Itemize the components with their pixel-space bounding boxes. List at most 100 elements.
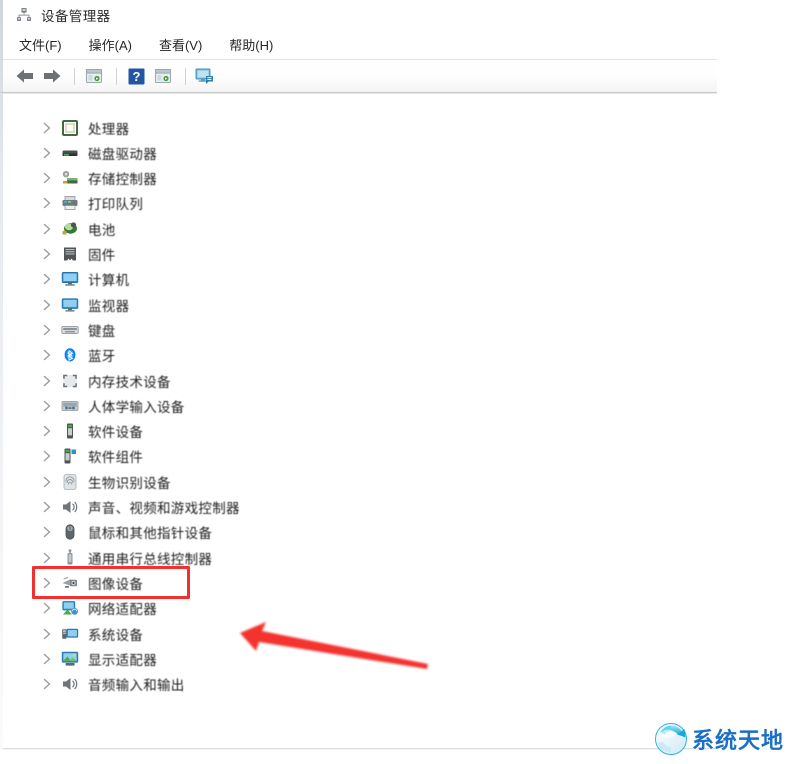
tree-item-3[interactable]: 存储控制器 [3, 166, 703, 191]
tree-item-15[interactable]: 生物识别设备 [3, 469, 703, 494]
chevron-right-icon[interactable] [39, 448, 55, 464]
help-icon[interactable]: ? [124, 65, 148, 87]
chevron-right-icon[interactable] [39, 120, 55, 136]
tree-item-8[interactable]: 监视器 [3, 292, 703, 317]
tree-item-label: 监视器 [88, 298, 130, 314]
tree-item-11[interactable]: 内存技术设备 [3, 368, 703, 393]
battery-icon [61, 220, 79, 238]
tree-item-22[interactable]: 显示适配器 [3, 646, 703, 671]
tree-item-label: 人体学输入设备 [88, 399, 185, 415]
tree-item-1[interactable]: 处理器 [3, 115, 703, 140]
chevron-right-icon[interactable] [39, 550, 55, 566]
tree-item-label: 键盘 [88, 323, 116, 339]
back-arrow-icon[interactable] [13, 65, 37, 87]
tree-item-label: 处理器 [88, 121, 130, 137]
tree-item-7[interactable]: 计算机 [3, 267, 703, 292]
tree-item-6[interactable]: 固件 [3, 242, 703, 267]
tree-item-19[interactable]: 图像设备 [3, 570, 703, 595]
device-manager-icon [16, 7, 32, 23]
tree-item-17[interactable]: 鼠标和其他指针设备 [3, 520, 703, 545]
tree-item-label: 网络适配器 [88, 602, 157, 618]
storage-controller-icon [61, 169, 79, 187]
network-adapter-icon [61, 599, 79, 617]
tree-item-label: 软件设备 [88, 425, 144, 441]
tree-item-label: 内存技术设备 [88, 374, 171, 390]
tree-item-4[interactable]: 打印队列 [3, 191, 703, 216]
software-component-icon [61, 447, 79, 465]
menu-action[interactable]: 操作(A) [89, 35, 132, 54]
computer-icon [61, 270, 79, 288]
chevron-right-icon[interactable] [39, 398, 55, 414]
system-device-icon [61, 625, 79, 643]
menu-bar: 文件(F) 操作(A) 查看(V) 帮助(H) [3, 30, 718, 59]
tree-item-label: 固件 [88, 248, 116, 263]
menu-help[interactable]: 帮助(H) [229, 35, 273, 54]
display-adapter-icon [61, 650, 79, 668]
software-device-icon [61, 422, 79, 440]
tree-item-13[interactable]: 软件设备 [3, 419, 703, 444]
mouse-icon [61, 523, 79, 541]
tree-item-20[interactable]: 网络适配器 [3, 596, 703, 621]
chevron-right-icon[interactable] [39, 676, 55, 692]
tree-item-label: 计算机 [88, 273, 130, 289]
firmware-icon [61, 245, 79, 263]
chevron-right-icon[interactable] [39, 474, 55, 490]
menu-view[interactable]: 查看(V) [159, 35, 202, 54]
tree-item-label: 鼠标和其他指针设备 [88, 526, 213, 542]
chevron-right-icon[interactable] [39, 221, 55, 237]
watermark-text: 系统天地 [691, 728, 784, 753]
toolbar: ? [3, 60, 717, 92]
tree-item-21[interactable]: 系统设备 [3, 621, 703, 646]
tree-item-14[interactable]: 软件组件 [3, 444, 703, 469]
device-tree[interactable]: 处理器 磁盘驱动器 存储控制器 打印队列 电池 固件 计算机 监视器 键盘 蓝牙… [3, 94, 717, 748]
chevron-right-icon[interactable] [39, 373, 55, 389]
biometric-icon [61, 473, 79, 491]
tree-item-label: 存储控制器 [88, 172, 157, 188]
chevron-right-icon[interactable] [39, 322, 55, 338]
chevron-right-icon[interactable] [39, 575, 55, 591]
refresh-circle-logo [654, 722, 688, 756]
tree-item-23[interactable]: 音频输入和输出 [3, 672, 703, 697]
svg-text:?: ? [132, 69, 140, 84]
tree-item-label: 通用串行总线控制器 [88, 551, 213, 567]
chevron-right-icon[interactable] [39, 246, 55, 262]
scan-hardware-changes-icon[interactable] [193, 65, 217, 87]
tree-item-label: 图像设备 [88, 576, 144, 592]
tree-item-label: 生物识别设备 [88, 475, 171, 491]
toolbar-separator-2 [116, 67, 117, 85]
chevron-right-icon[interactable] [39, 271, 55, 287]
toolbar-separator-3 [185, 67, 186, 85]
chevron-right-icon[interactable] [39, 195, 55, 211]
show-hidden-devices-icon[interactable] [151, 65, 175, 87]
tree-item-16[interactable]: 声音、视频和游戏控制器 [3, 495, 703, 520]
title-bar: 设备管理器 [3, 0, 718, 30]
properties-icon[interactable] [82, 65, 106, 87]
menu-file[interactable]: 文件(F) [19, 35, 62, 54]
tree-item-5[interactable]: 电池 [3, 216, 703, 241]
chevron-right-icon[interactable] [39, 626, 55, 642]
imaging-device-icon [61, 574, 79, 592]
chevron-right-icon[interactable] [39, 651, 55, 667]
tree-item-12[interactable]: 人体学输入设备 [3, 393, 703, 418]
chevron-right-icon[interactable] [39, 347, 55, 363]
tree-item-label: 打印队列 [88, 197, 144, 213]
chevron-right-icon[interactable] [39, 423, 55, 439]
chevron-right-icon[interactable] [39, 600, 55, 616]
chevron-right-icon[interactable] [39, 145, 55, 161]
tree-item-2[interactable]: 磁盘驱动器 [3, 140, 703, 165]
processor-icon [61, 119, 79, 137]
chevron-right-icon[interactable] [39, 499, 55, 515]
keyboard-icon [61, 321, 79, 339]
tree-item-18[interactable]: 通用串行总线控制器 [3, 545, 703, 570]
chevron-right-icon[interactable] [39, 170, 55, 186]
forward-arrow-icon[interactable] [40, 65, 64, 87]
chevron-right-icon[interactable] [39, 524, 55, 540]
chevron-right-icon[interactable] [39, 297, 55, 313]
audio-io-icon [61, 675, 79, 693]
tree-item-9[interactable]: 键盘 [3, 317, 703, 342]
tree-item-10[interactable]: 蓝牙 [3, 343, 703, 368]
tree-item-label: 声音、视频和游戏控制器 [88, 501, 240, 516]
sound-video-game-icon [61, 498, 79, 516]
tree-item-label: 软件组件 [88, 450, 144, 466]
status-strip [3, 748, 717, 750]
